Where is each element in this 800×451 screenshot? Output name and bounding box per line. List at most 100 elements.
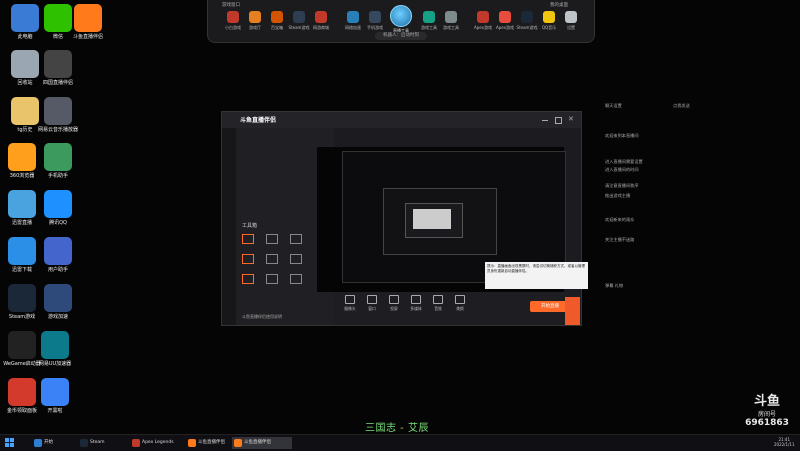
toolbar-button[interactable]: 音效 xyxy=(428,295,448,312)
desktop-icon[interactable]: 用户助手 xyxy=(38,237,78,274)
dock-app[interactable]: 游戏厅 xyxy=(244,11,266,31)
dock-center-tool[interactable]: 直播工具 xyxy=(388,3,414,34)
desktop-icon[interactable]: 四国直播伴侣 xyxy=(38,50,78,87)
start-live-button[interactable]: 开始直播 xyxy=(530,301,570,312)
chat-message: 关注主播不迷路 xyxy=(605,237,635,242)
toolbar-icon xyxy=(367,295,377,304)
desktop-icon[interactable]: 迅雷直播 xyxy=(2,190,42,227)
tool-tile[interactable] xyxy=(290,234,302,244)
toolbar-icon xyxy=(389,295,399,304)
dock-app[interactable]: 游戏工具 xyxy=(440,11,462,31)
toolbar-label: 窗口 xyxy=(368,306,376,311)
dock-app-icon xyxy=(271,11,283,23)
desktop-app-icon xyxy=(44,190,72,218)
bottom-note[interactable]: 斗鱼直播伴侣使用说明 xyxy=(242,314,282,320)
dock-app[interactable]: QQ音乐 xyxy=(538,11,560,31)
desktop-app-icon xyxy=(41,331,69,359)
desktop-icon[interactable]: 手机助手 xyxy=(38,143,78,180)
desktop-icon[interactable]: 网易云音乐播放器 xyxy=(38,97,78,134)
chat-message: 进入直播间需要设置 xyxy=(605,159,643,164)
window-title: 斗鱼直播伴侣 xyxy=(240,117,277,124)
desktop-icon-label: 手机助手 xyxy=(47,173,68,179)
desktop: 此电脑 微信 斗鱼直播伴侣 回收站 四国直播伴侣 tg历史 网易云音乐播放器 360浏览器 手机… xyxy=(0,0,800,451)
taskbar-item[interactable]: Apex Legends xyxy=(130,437,194,449)
desktop-app-icon xyxy=(8,378,36,406)
desktop-app-icon xyxy=(8,284,36,312)
toolbar-label: 多媒体 xyxy=(410,306,422,311)
tool-tile[interactable] xyxy=(266,254,278,264)
minimize-icon[interactable] xyxy=(542,120,548,121)
top-dock: 游戏窗口 我的桌面 小白游戏 游戏厅 百宝箱 Steam游戏 网游商城 网络加速 手机游戏游… xyxy=(207,0,595,43)
dock-app-icon xyxy=(369,11,381,23)
desktop-icon[interactable]: 斗鱼直播伴侣 xyxy=(68,4,108,41)
dock-app-label: Steam游戏 xyxy=(288,25,310,30)
window-left-nav[interactable] xyxy=(222,128,236,325)
toolbar-button[interactable]: 窗口 xyxy=(362,295,382,312)
taskbar-item[interactable]: 斗鱼直播伴侣 xyxy=(232,437,292,449)
dock-app[interactable]: 设置 xyxy=(560,11,582,31)
desktop-icon[interactable]: 开黑啦 xyxy=(35,378,75,415)
tool-tile[interactable] xyxy=(242,234,254,244)
tool-tile[interactable] xyxy=(242,254,254,264)
dock-app-label: 百宝箱 xyxy=(271,25,283,30)
windows-start-icon[interactable] xyxy=(5,438,14,447)
desktop-icon[interactable]: 网易UU加速器 xyxy=(35,331,75,368)
close-icon[interactable]: ✕ xyxy=(568,115,574,123)
dock-app[interactable]: Apex游戏 xyxy=(472,11,494,31)
dock-app-label: 手机游戏 xyxy=(367,25,383,30)
desktop-icon[interactable]: 360浏览器 xyxy=(2,143,42,180)
dock-app[interactable]: Steam游戏 xyxy=(288,11,310,31)
tools-heading: 工具箱 xyxy=(242,223,258,229)
dock-left-title: 游戏窗口 xyxy=(222,3,240,8)
tool-tile[interactable] xyxy=(266,234,278,244)
toolbar-button[interactable]: 多媒体 xyxy=(406,295,426,312)
taskbar-item-label: Apex Legends xyxy=(142,440,174,445)
desktop-app-icon xyxy=(44,237,72,265)
dock-app[interactable]: Steam游戏 xyxy=(516,11,538,31)
watermark-room-label: 房间号 xyxy=(757,411,776,418)
maximize-icon[interactable] xyxy=(555,117,562,124)
dock-app-label: 游戏厅 xyxy=(249,25,261,30)
dock-app[interactable]: 游戏工具 xyxy=(418,11,440,31)
taskbar-item-label: 斗鱼直播伴侣 xyxy=(198,440,225,445)
toolbar-button[interactable]: 美颜 xyxy=(450,295,470,312)
dock-app[interactable]: Apex游戏 xyxy=(494,11,516,31)
side-tab[interactable] xyxy=(565,297,580,325)
taskbar-clock[interactable]: 21:41 2022/1/11 xyxy=(774,437,795,447)
dock-app[interactable]: 网游商城 xyxy=(310,11,332,31)
dock-app-label: Apex游戏 xyxy=(495,25,515,30)
dock-app-icon xyxy=(477,11,489,23)
desktop-icon-label: 斗鱼直播伴侣 xyxy=(72,34,103,40)
taskbar-app-icon xyxy=(80,439,88,447)
dock-app-icon xyxy=(521,11,533,23)
dock-app[interactable]: 百宝箱 xyxy=(266,11,288,31)
taskbar-item[interactable]: Steam xyxy=(78,437,138,449)
dock-app[interactable]: 手机游戏 xyxy=(364,11,386,31)
toolbar-button[interactable]: 摄像头 xyxy=(340,295,360,312)
taskbar-item-label: Steam xyxy=(90,440,105,445)
toolbar-button[interactable]: 投屏 xyxy=(384,295,404,312)
taskbar: 开始 Steam Apex Legends 斗鱼直播伴侣 斗鱼直播伴侣 21:41 20… xyxy=(0,434,800,451)
dock-app[interactable]: 网络加速 xyxy=(342,11,364,31)
desktop-icon[interactable]: 腾讯QQ xyxy=(38,190,78,227)
toolbar-icon xyxy=(455,295,465,304)
tool-tile[interactable] xyxy=(242,274,254,284)
desktop-app-icon xyxy=(8,331,36,359)
tool-tile[interactable] xyxy=(290,274,302,284)
desktop-icon-label: 迅雷直播 xyxy=(11,220,32,226)
dock-app-label: QQ音乐 xyxy=(541,25,557,30)
window-titlebar[interactable]: 斗鱼直播伴侣 ✕ xyxy=(222,112,581,128)
dock-app-label: Apex游戏 xyxy=(473,25,493,30)
desktop-icon-label: 360浏览器 xyxy=(9,173,35,179)
desktop-icon[interactable]: 游戏加速 xyxy=(38,284,78,321)
desktop-icon[interactable]: 迅雷下载 xyxy=(2,237,42,274)
tool-tile[interactable] xyxy=(290,254,302,264)
desktop-icon[interactable]: Steam游戏 xyxy=(2,284,42,321)
dock-app[interactable]: 小白游戏 xyxy=(222,11,244,31)
desktop-icon-label: 游戏加速 xyxy=(47,314,68,320)
dock-app-label: 网游商城 xyxy=(313,25,329,30)
chat-header-right[interactable]: 点我发送 xyxy=(673,103,690,109)
tool-tile[interactable] xyxy=(266,274,278,284)
chat-message: 欢迎新来的观众 xyxy=(605,217,635,222)
taskbar-app-icon xyxy=(132,439,140,447)
